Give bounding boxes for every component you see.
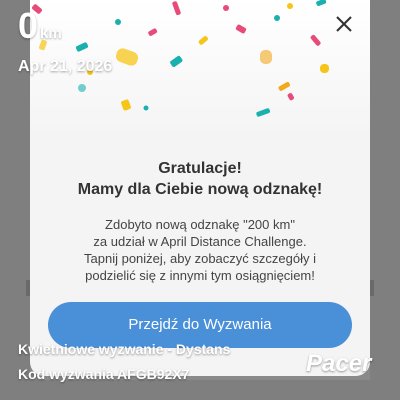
modal-body-line: Zdobyto nową odznakę "200 km" [105,217,295,232]
modal-body-line: Tapnij poniżej, aby zobaczyć szczegóły i [84,251,316,266]
edge-marker-right [370,280,374,296]
distance-display: 0 km [18,6,62,46]
date-label: Apr 21, 2026 [18,58,113,75]
badge-modal: Gratulacje! Mamy dla Ciebie nową odznakę… [30,0,370,376]
close-icon[interactable] [332,12,356,36]
modal-body-line: za udział w April Distance Challenge. [93,234,307,249]
challenge-code: Kod wyzwania AFGB92X7 [18,366,190,382]
distance-unit: km [40,25,62,42]
distance-value: 0 [18,5,39,46]
modal-title: Gratulacje! [158,160,242,177]
modal-body-line: podzielić się z innymi tym osiągnięciem! [85,268,315,283]
modal-subtitle: Mamy dla Ciebie nową odznakę! [77,181,323,198]
pacer-logo: Pacer [306,350,372,377]
challenge-name: Kwietniowe wyzwanie - Dystans [18,341,231,357]
